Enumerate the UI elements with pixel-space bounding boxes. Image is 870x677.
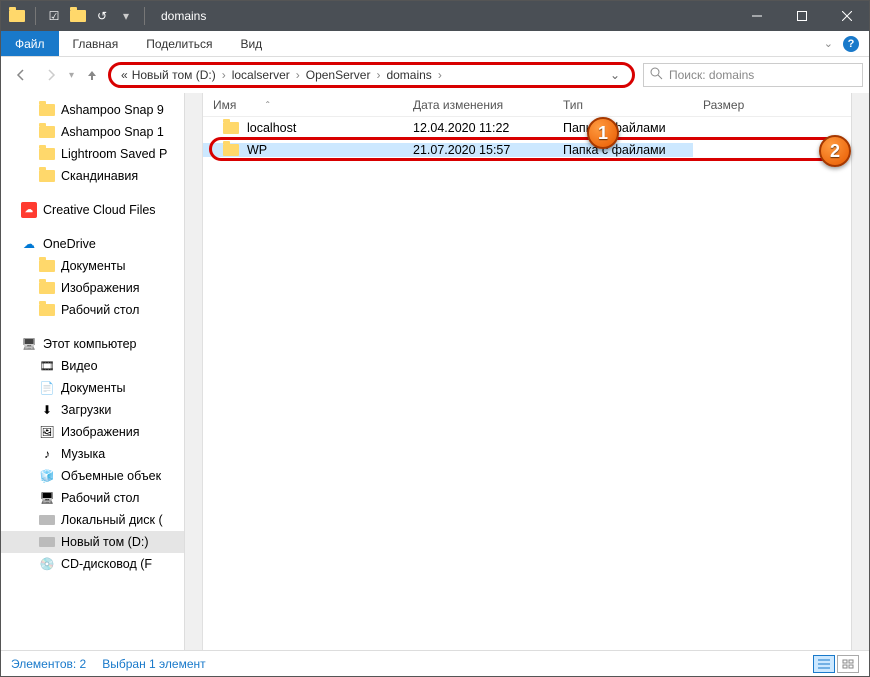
tree-item[interactable]: 🎞Видео — [1, 355, 202, 377]
tree-item[interactable]: ☁OneDrive — [1, 233, 202, 255]
file-list: Имя ⌃ Дата изменения Тип Размер localhos… — [203, 93, 869, 650]
file-row[interactable]: WP 21.07.2020 15:57 Папка с файлами — [203, 139, 869, 161]
file-date: 12.04.2020 11:22 — [403, 121, 553, 135]
file-type: Папка с файлами — [553, 143, 693, 157]
tree-item[interactable]: Lightroom Saved P — [1, 143, 202, 165]
column-type[interactable]: Тип — [553, 98, 693, 112]
tab-home[interactable]: Главная — [59, 31, 133, 56]
close-button[interactable] — [824, 1, 869, 31]
search-icon — [650, 67, 663, 83]
column-headers: Имя ⌃ Дата изменения Тип Размер — [203, 93, 869, 117]
address-bar[interactable]: « Новый том (D:) › localserver › OpenSer… — [108, 62, 635, 88]
minimize-button[interactable] — [734, 1, 779, 31]
tree-item[interactable]: 🧊Объемные объек — [1, 465, 202, 487]
tree-item[interactable]: Новый том (D:) — [1, 531, 202, 553]
maximize-button[interactable] — [779, 1, 824, 31]
forward-button[interactable] — [37, 61, 65, 89]
file-date: 21.07.2020 15:57 — [403, 143, 553, 157]
breadcrumb-part-1[interactable]: localserver — [230, 68, 292, 82]
column-date[interactable]: Дата изменения — [403, 98, 553, 112]
column-size[interactable]: Размер — [693, 98, 773, 112]
annotation-badge-2: 2 — [819, 135, 851, 167]
file-type: Папка с файлами — [553, 121, 693, 135]
file-name: localhost — [247, 121, 296, 135]
titlebar: ☑ ↺ ▾ domains — [1, 1, 869, 31]
tree-item[interactable]: 🖼Изображения — [1, 421, 202, 443]
tree-item[interactable]: Рабочий стол — [1, 299, 202, 321]
qat-dropdown-icon[interactable]: ▾ — [116, 6, 136, 26]
breadcrumb-part-2[interactable]: OpenServer — [304, 68, 373, 82]
tree-item[interactable]: ♪Музыка — [1, 443, 202, 465]
new-folder-icon[interactable] — [68, 6, 88, 26]
tree-item[interactable]: ☁Creative Cloud Files — [1, 199, 202, 221]
sort-indicator-icon: ⌃ — [264, 100, 271, 109]
chevron-right-icon[interactable]: › — [434, 68, 446, 82]
tree-item[interactable]: Локальный диск ( — [1, 509, 202, 531]
tab-file[interactable]: Файл — [1, 31, 59, 56]
address-dropdown-icon[interactable]: ⌄ — [610, 68, 624, 82]
tree-item[interactable]: Изображения — [1, 277, 202, 299]
annotation-badge-1: 1 — [587, 117, 619, 149]
chevron-right-icon[interactable]: › — [292, 68, 304, 82]
navigation-bar: ▾ « Новый том (D:) › localserver › OpenS… — [1, 57, 869, 93]
help-icon[interactable]: ? — [843, 36, 859, 52]
breadcrumb-part-0[interactable]: Новый том (D:) — [130, 68, 218, 82]
tree-item[interactable]: 💿CD-дисковод (F — [1, 553, 202, 575]
chevron-right-icon[interactable]: › — [372, 68, 384, 82]
chevron-right-icon[interactable]: › — [218, 68, 230, 82]
tab-view[interactable]: Вид — [226, 31, 276, 56]
file-row[interactable]: localhost 12.04.2020 11:22 Папка с файла… — [203, 117, 869, 139]
tab-share[interactable]: Поделиться — [132, 31, 226, 56]
tree-item[interactable]: Ashampoo Snap 1 — [1, 121, 202, 143]
folder-icon — [223, 144, 239, 156]
tree-item[interactable]: Скандинавия — [1, 165, 202, 187]
tree-item[interactable]: ⬇Загрузки — [1, 399, 202, 421]
column-name[interactable]: Имя ⌃ — [203, 98, 403, 112]
content-area: Ashampoo Snap 9Ashampoo Snap 1Lightroom … — [1, 93, 869, 650]
explorer-window: ☑ ↺ ▾ domains Файл Главная Поделиться В — [0, 0, 870, 677]
search-input[interactable]: Поиск: domains — [643, 63, 863, 87]
tree-item[interactable]: 🖥Рабочий стол — [1, 487, 202, 509]
quick-access-toolbar: ☑ ↺ ▾ — [1, 6, 155, 26]
breadcrumb-overflow[interactable]: « — [119, 68, 130, 82]
history-dropdown-icon[interactable]: ▾ — [67, 70, 76, 81]
ribbon: Файл Главная Поделиться Вид ⌄ ? — [1, 31, 869, 57]
tree-item[interactable]: Документы — [1, 255, 202, 277]
view-large-icons-icon[interactable] — [837, 655, 859, 673]
tree-item[interactable]: 🖥Этот компьютер — [1, 333, 202, 355]
navigation-pane[interactable]: Ashampoo Snap 9Ashampoo Snap 1Lightroom … — [1, 93, 203, 650]
ribbon-expand-icon[interactable]: ⌄ — [824, 37, 833, 50]
folder-icon — [7, 6, 27, 26]
tree-item[interactable]: Ashampoo Snap 9 — [1, 99, 202, 121]
undo-icon[interactable]: ↺ — [92, 6, 112, 26]
status-count: Элементов: 2 — [11, 657, 86, 671]
tree-item[interactable]: 📄Документы — [1, 377, 202, 399]
properties-icon[interactable]: ☑ — [44, 6, 64, 26]
status-bar: Элементов: 2 Выбран 1 элемент — [1, 650, 869, 676]
up-button[interactable] — [78, 61, 106, 89]
back-button[interactable] — [7, 61, 35, 89]
search-placeholder: Поиск: domains — [669, 68, 754, 82]
breadcrumb-part-3[interactable]: domains — [384, 68, 433, 82]
view-details-icon[interactable] — [813, 655, 835, 673]
file-name: WP — [247, 143, 267, 157]
folder-icon — [223, 122, 239, 134]
window-title: domains — [155, 9, 206, 23]
status-selected: Выбран 1 элемент — [102, 657, 205, 671]
